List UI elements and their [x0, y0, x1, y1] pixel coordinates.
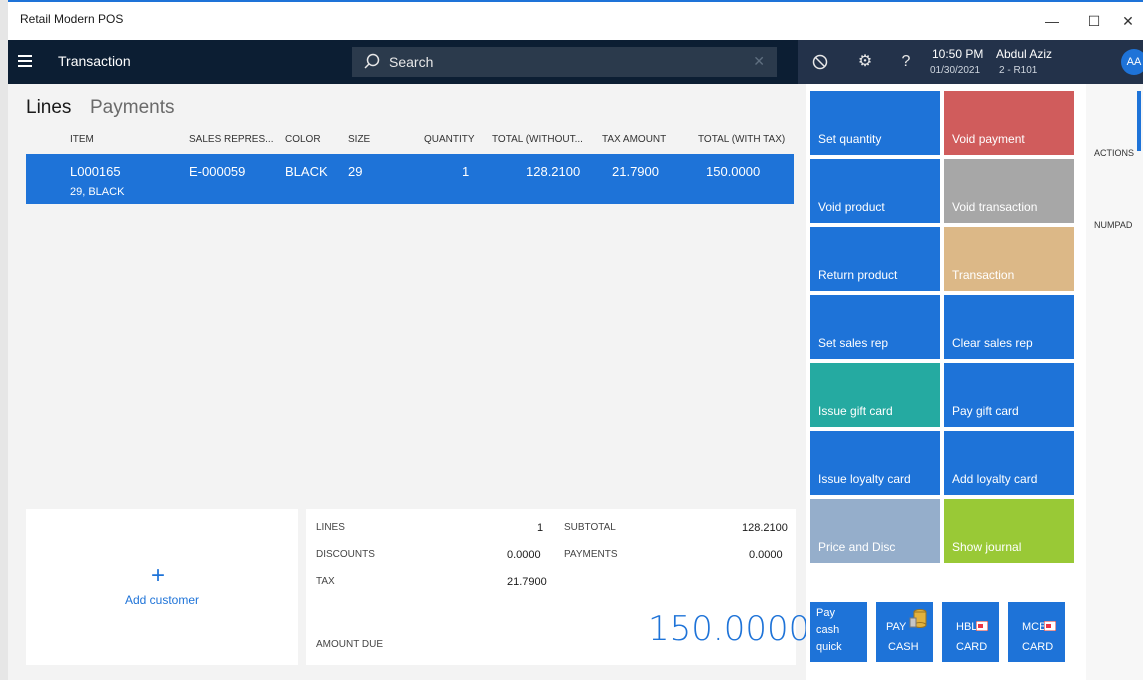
- user-name: Abdul Aziz: [996, 47, 1053, 61]
- tile-transaction[interactable]: Transaction: [944, 227, 1074, 291]
- col-header-tax-amount[interactable]: TAX AMOUNT: [602, 134, 666, 145]
- add-customer-label: Add customer: [124, 593, 200, 607]
- col-header-quantity[interactable]: QUANTITY: [424, 134, 475, 145]
- close-button[interactable]: ✕: [1108, 8, 1143, 34]
- pay-cash-button[interactable]: PAY CASH: [876, 602, 933, 662]
- store-register: 2 - R101: [999, 65, 1038, 76]
- pay-cash-quick-button[interactable]: Pay cash quick: [810, 602, 867, 662]
- rail-numpad[interactable]: NUMPAD: [1094, 220, 1132, 230]
- window-title: Retail Modern POS: [20, 12, 124, 26]
- app-bar-right: ⚙ ? 10:50 PM 01/30/2021 Abdul Aziz 2 - R…: [798, 40, 1143, 84]
- tile-void-transaction[interactable]: Void transaction: [944, 159, 1074, 223]
- subtotal-value: 128.2100: [742, 522, 788, 534]
- block-icon[interactable]: [808, 50, 832, 74]
- clear-search-icon[interactable]: ✕: [753, 53, 765, 70]
- tile-issue-gift-card[interactable]: Issue gift card: [810, 363, 940, 427]
- col-header-size[interactable]: SIZE: [348, 134, 370, 145]
- col-header-item[interactable]: ITEM: [70, 134, 94, 145]
- search-input[interactable]: Search ✕: [352, 47, 777, 77]
- tile-set-sales-rep[interactable]: Set sales rep: [810, 295, 940, 359]
- discounts-label: DISCOUNTS: [316, 549, 375, 560]
- cell-total-without-tax: 128.2100: [526, 164, 581, 179]
- mcb-card-button[interactable]: MCB CARD: [1008, 602, 1065, 662]
- cell-tax-amount: 21.7900: [612, 164, 659, 179]
- hamburger-menu-icon[interactable]: [18, 52, 38, 72]
- card-icon: [1044, 621, 1056, 631]
- cell-color: BLACK: [285, 164, 328, 179]
- clock-date: 01/30/2021: [930, 65, 981, 76]
- tile-price-and-disc[interactable]: Price and Disc: [810, 499, 940, 563]
- cell-sales-rep: E-000059: [189, 164, 246, 179]
- minimize-button[interactable]: —: [1032, 8, 1072, 34]
- window-titlebar: Retail Modern POS — ☐ ✕: [8, 2, 1143, 40]
- cell-size: 29: [348, 164, 363, 179]
- amount-due-value: 150.0000: [648, 609, 811, 649]
- tile-clear-sales-rep[interactable]: Clear sales rep: [944, 295, 1074, 359]
- tile-add-loyalty-card[interactable]: Add loyalty card: [944, 431, 1074, 495]
- page-title: Transaction: [58, 53, 131, 69]
- lines-value: 1: [537, 522, 544, 534]
- table-row[interactable]: L000165 29, BLACK E-000059 BLACK 29 1 12…: [26, 154, 794, 204]
- cell-quantity: 1: [462, 164, 470, 179]
- help-icon[interactable]: ?: [894, 50, 918, 74]
- tab-lines[interactable]: Lines: [26, 97, 71, 119]
- table-header: ITEM SALES REPRES... COLOR SIZE QUANTITY…: [26, 128, 794, 152]
- search-icon: [364, 53, 380, 69]
- card-icon: [976, 621, 988, 631]
- cell-total-with-tax: 150.0000: [706, 164, 761, 179]
- payments-value: 0.0000: [749, 549, 783, 561]
- search-placeholder: Search: [389, 54, 434, 70]
- lines-label: LINES: [316, 522, 345, 533]
- settings-gear-icon[interactable]: ⚙: [853, 50, 877, 74]
- tile-pay-gift-card[interactable]: Pay gift card: [944, 363, 1074, 427]
- payments-label: PAYMENTS: [564, 549, 618, 560]
- subtotal-label: SUBTOTAL: [564, 522, 616, 533]
- col-header-total-without-tax[interactable]: TOTAL (WITHOUT...: [492, 134, 583, 145]
- col-header-color[interactable]: COLOR: [285, 134, 321, 145]
- tax-value: 21.7900: [507, 576, 547, 588]
- app-bar: Transaction Search ✕ ⚙ ? 10:50 PM 01/30/…: [8, 40, 1143, 84]
- rail-actions[interactable]: ACTIONS: [1094, 148, 1134, 158]
- add-customer-button[interactable]: + Add customer: [26, 509, 298, 665]
- totals-panel: LINES 1 DISCOUNTS 0.0000 TAX 21.7900 SUB…: [306, 509, 810, 665]
- tile-issue-loyalty-card[interactable]: Issue loyalty card: [810, 431, 940, 495]
- col-header-sales-rep[interactable]: SALES REPRES...: [189, 134, 273, 145]
- tile-void-product[interactable]: Void product: [810, 159, 940, 223]
- tile-return-product[interactable]: Return product: [810, 227, 940, 291]
- tile-set-quantity[interactable]: Set quantity: [810, 91, 940, 155]
- plus-icon: +: [151, 562, 166, 589]
- tax-label: TAX: [316, 576, 335, 587]
- tile-show-journal[interactable]: Show journal: [944, 499, 1074, 563]
- cell-item-variant: 29, BLACK: [70, 186, 125, 198]
- cell-item: L000165: [70, 164, 121, 179]
- amount-due-label: AMOUNT DUE: [316, 639, 384, 650]
- right-rail: ACTIONS NUMPAD: [1086, 84, 1143, 680]
- discounts-value: 0.0000: [507, 549, 541, 561]
- col-header-total-with-tax[interactable]: TOTAL (WITH TAX): [698, 134, 785, 145]
- clock-time: 10:50 PM: [932, 47, 984, 61]
- active-indicator: [1137, 91, 1141, 151]
- tile-void-payment[interactable]: Void payment: [944, 91, 1074, 155]
- avatar[interactable]: AA: [1121, 49, 1143, 75]
- tab-payments[interactable]: Payments: [90, 97, 174, 119]
- cash-coins-icon: [909, 609, 927, 628]
- hbl-card-button[interactable]: HBL CARD: [942, 602, 999, 662]
- action-tiles: Set quantity Void payment Void product V…: [806, 84, 1086, 680]
- transaction-pane: Lines Payments ITEM SALES REPRES... COLO…: [8, 84, 810, 680]
